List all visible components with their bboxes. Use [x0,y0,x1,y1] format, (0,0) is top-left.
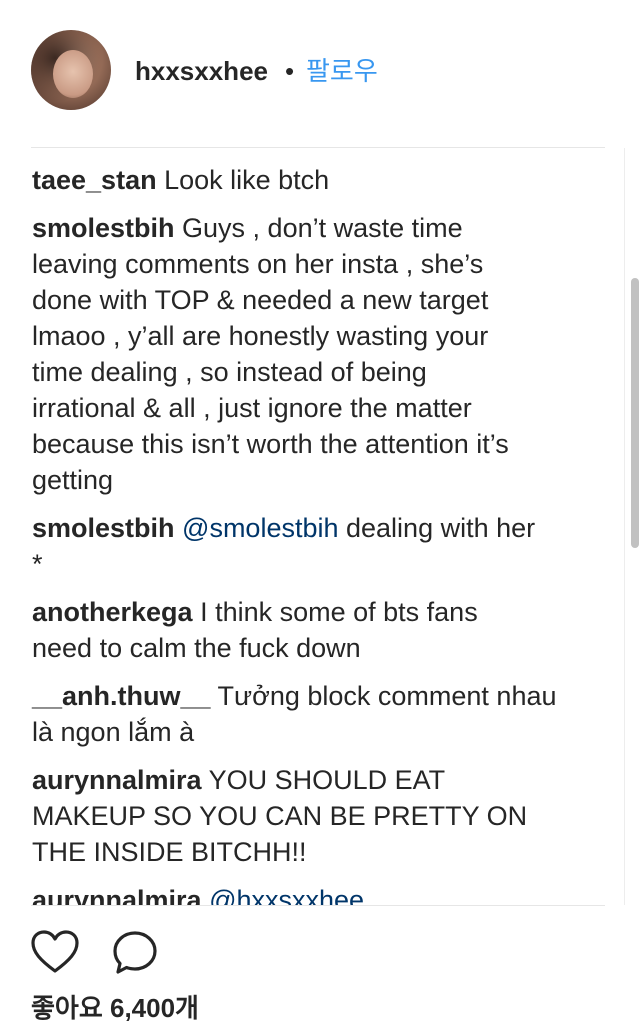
heart-outline-icon[interactable] [30,928,80,978]
comment-author[interactable]: smolestbih [32,213,175,243]
post-actions: 좋아요 6,400개 [0,906,644,1032]
likes-count[interactable]: 좋아요 6,400개 [31,992,199,1024]
post-header: hxxsxxhee • 팔로우 [0,0,644,145]
scrollbar-thumb[interactable] [631,278,639,548]
comment-text: Guys , don’t waste time leaving comments… [32,213,509,495]
comment-item: __anh.thuw__ Tưởng block comment nhau là… [32,678,588,750]
follow-button[interactable]: 팔로우 [306,55,378,87]
comment-author[interactable]: aurynnalmira [32,885,202,905]
avatar[interactable] [31,30,111,110]
separator-dot: • [285,56,295,86]
comment-author[interactable]: anotherkega [32,597,193,627]
comment-mention[interactable]: @hxxsxxhee [202,885,364,905]
comment-item: anotherkega I think some of bts fans nee… [32,594,588,666]
comment-item: aurynnalmira @hxxsxxhee [32,882,588,905]
comment-author[interactable]: __anh.thuw__ [32,681,211,711]
comment-author[interactable]: taee_stan [32,165,157,195]
comment-item: taee_stan Look like btch [32,162,588,198]
comment-text: Look like btch [156,165,330,195]
instagram-post-comments: hxxsxxhee • 팔로우 taee_stan Look like btch… [0,0,644,1032]
username-link[interactable]: hxxsxxhee [135,55,268,87]
comment-item: aurynnalmira YOU SHOULD EAT MAKEUP SO YO… [32,762,588,870]
comment-author[interactable]: smolestbih [32,513,175,543]
avatar-face [53,50,93,98]
comment-author[interactable]: aurynnalmira [32,765,202,795]
comment-list: taee_stan Look like btch smolestbih Guys… [0,148,644,905]
comment-mention[interactable]: @smolestbih [175,513,338,543]
comment-item: smolestbih @smolestbih dealing with her … [32,510,588,582]
comment-item: smolestbih Guys , don’t waste time leavi… [32,210,588,498]
comment-bubble-icon[interactable] [110,928,160,978]
